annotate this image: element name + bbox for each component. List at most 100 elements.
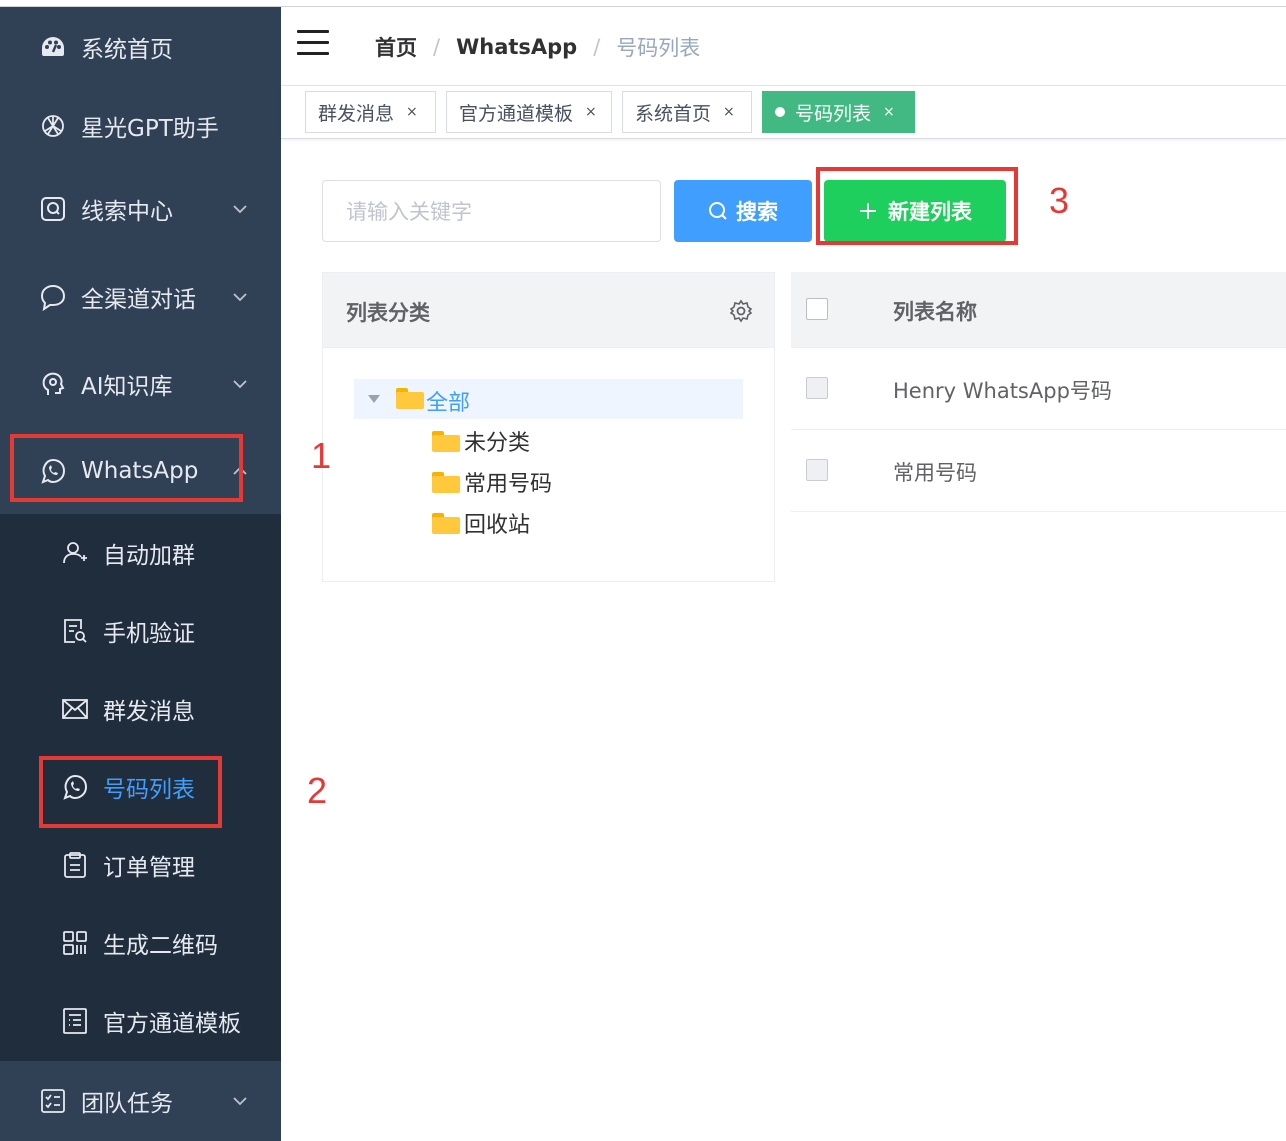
submenu-item-auto-join[interactable]: 自动加群 [0, 514, 281, 592]
row-list-name: 常用号码 [893, 461, 977, 485]
select-all-checkbox[interactable] [806, 298, 828, 320]
sidebar-item-dashboard[interactable]: 系统首页 [0, 7, 281, 87]
folder-icon [396, 388, 424, 409]
sidebar-item-label: 星光GPT助手 [81, 116, 219, 142]
chevron-down-icon [233, 205, 247, 214]
submenu-item-label: 自动加群 [103, 543, 195, 569]
category-panel-title: 列表分类 [346, 301, 430, 325]
search-button-label: 搜索 [736, 200, 778, 224]
table-row[interactable]: 常用号码 [791, 430, 1286, 512]
tag-label: 官方通道模板 [459, 102, 574, 125]
submenu-item-bulk-message[interactable]: 群发消息 [0, 670, 281, 748]
breadcrumb-whatsapp[interactable]: WhatsApp [456, 35, 577, 59]
tag-label: 号码列表 [795, 102, 872, 125]
tag-dashboard[interactable]: 系统首页 × [622, 91, 752, 133]
folder-icon [432, 430, 460, 452]
submenu-item-label: 订单管理 [103, 855, 195, 881]
chevron-down-icon [233, 293, 247, 302]
close-icon[interactable]: × [723, 104, 735, 120]
user-add-icon [60, 538, 90, 568]
tree-node-uncategorized[interactable]: 未分类 [432, 425, 530, 457]
submenu-item-label: 官方通道模板 [103, 1011, 241, 1037]
sidebar: 系统首页 星光GPT助手 线索中心 全渠道对话 AI知识库 WhatsApp 自… [0, 7, 281, 1141]
tree-node-recycle-bin[interactable]: 回收站 [432, 507, 530, 539]
navbar: 首页 / WhatsApp / 号码列表 [281, 7, 1286, 86]
row-checkbox[interactable] [806, 459, 828, 481]
close-icon[interactable]: × [585, 104, 597, 120]
sidebar-item-label: 线索中心 [81, 199, 173, 225]
chat-bubble-icon [38, 282, 68, 312]
close-icon[interactable]: × [406, 104, 418, 120]
caret-down-icon[interactable] [368, 395, 380, 403]
annotation-box-number-list [39, 756, 222, 828]
tag-number-list[interactable]: 号码列表 × [762, 91, 915, 133]
table-row[interactable]: Henry WhatsApp号码 [791, 348, 1286, 430]
verify-doc-icon [60, 616, 90, 646]
openai-icon [38, 111, 68, 141]
task-list-icon [38, 1086, 68, 1116]
active-dot-icon [775, 107, 785, 117]
folder-icon [432, 512, 460, 534]
sidebar-item-label: AI知识库 [81, 374, 173, 400]
sidebar-item-label: 系统首页 [81, 37, 173, 63]
tree-node-label: 全部 [426, 391, 471, 416]
table-header: 列表名称 [791, 272, 1286, 348]
top-edge [0, 0, 1286, 7]
breadcrumb-separator: / [593, 35, 601, 59]
submenu-item-phone-verify[interactable]: 手机验证 [0, 592, 281, 670]
annotation-number-1: 1 [311, 435, 332, 476]
chevron-down-icon [233, 380, 247, 389]
tree-node-common-numbers[interactable]: 常用号码 [432, 466, 552, 498]
sidebar-item-ai-knowledge[interactable]: AI知识库 [0, 341, 281, 427]
submenu-item-orders[interactable]: 订单管理 [0, 826, 281, 904]
breadcrumb-separator: / [433, 35, 441, 59]
tree-node-label: 回收站 [464, 513, 531, 538]
dashboard-icon [38, 32, 68, 62]
sidebar-item-label: 团队任务 [81, 1091, 173, 1117]
tags-view: 群发消息 × 官方通道模板 × 系统首页 × 号码列表 × [281, 86, 1286, 139]
submenu-item-official-template[interactable]: 官方通道模板 [0, 982, 281, 1060]
tag-label: 系统首页 [635, 102, 712, 125]
sidebar-item-label: 全渠道对话 [81, 287, 196, 313]
tree-node-all[interactable]: 全部 [354, 379, 743, 419]
breadcrumb: 首页 / WhatsApp / 号码列表 [375, 32, 700, 62]
breadcrumb-home[interactable]: 首页 [375, 32, 417, 62]
submenu-item-label: 群发消息 [103, 699, 195, 725]
sidebar-item-omnichannel[interactable]: 全渠道对话 [0, 253, 281, 341]
clipboard-icon [60, 850, 90, 880]
template-icon [60, 1006, 90, 1036]
tag-label: 群发消息 [318, 102, 395, 125]
chevron-down-icon [233, 1097, 247, 1106]
tree-node-label: 常用号码 [464, 472, 553, 497]
mail-icon [60, 694, 90, 724]
submenu-item-label: 生成二维码 [103, 933, 218, 959]
qrcode-icon [60, 928, 90, 958]
search-input[interactable]: 请输入关键字 [322, 180, 661, 242]
column-header-list-name: 列表名称 [893, 300, 977, 324]
folder-icon [432, 471, 460, 493]
annotation-box-new-list [816, 167, 1018, 245]
submenu-item-qrcode[interactable]: 生成二维码 [0, 904, 281, 982]
tree-node-label: 未分类 [464, 431, 531, 456]
ai-head-icon [38, 369, 68, 399]
sidebar-item-gpt[interactable]: 星光GPT助手 [0, 87, 281, 165]
search-button[interactable]: 搜索 [674, 180, 812, 242]
sidebar-item-leads[interactable]: 线索中心 [0, 165, 281, 253]
breadcrumb-current: 号码列表 [616, 36, 701, 60]
sidebar-item-team-tasks[interactable]: 团队任务 [0, 1061, 281, 1141]
submenu-item-label: 手机验证 [103, 621, 195, 647]
row-list-name: Henry WhatsApp号码 [893, 379, 1112, 403]
search-icon [709, 202, 727, 220]
gear-icon[interactable] [729, 299, 753, 323]
row-checkbox[interactable] [806, 377, 828, 399]
tag-bulk-message[interactable]: 群发消息 × [305, 91, 436, 133]
leads-icon [38, 194, 68, 224]
hamburger-menu-icon[interactable] [297, 30, 329, 56]
tag-official-template[interactable]: 官方通道模板 × [446, 91, 612, 133]
close-icon[interactable]: × [883, 104, 895, 120]
search-placeholder: 请输入关键字 [346, 200, 472, 224]
annotation-number-2: 2 [307, 770, 328, 811]
annotation-box-whatsapp [10, 434, 243, 502]
annotation-number-3: 3 [1049, 180, 1070, 221]
category-panel-header: 列表分类 [322, 272, 775, 348]
